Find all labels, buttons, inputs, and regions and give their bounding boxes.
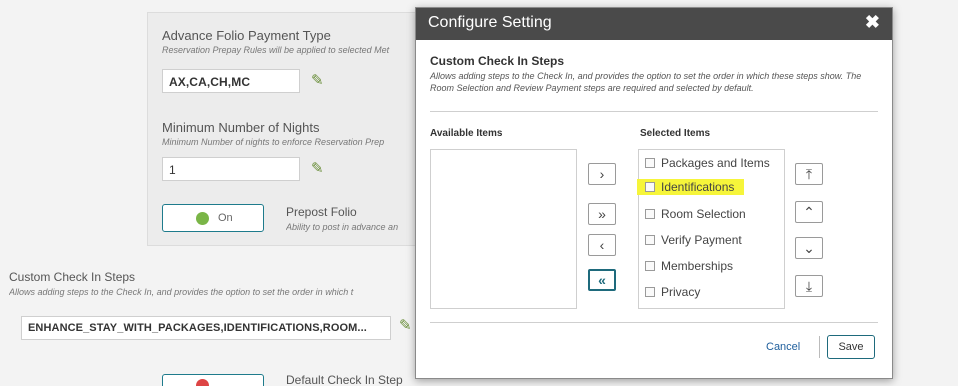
selected-items-header: Selected Items xyxy=(640,128,711,139)
dialog-header: Configure Setting ✖ xyxy=(416,8,892,40)
prepost-folio-desc: Ability to post in advance an xyxy=(286,222,399,232)
toggle-label: On xyxy=(218,212,233,224)
prepost-folio-toggle[interactable]: On xyxy=(162,204,264,232)
checkbox[interactable] xyxy=(645,209,655,219)
move-all-right-button[interactable]: » xyxy=(588,203,616,225)
pencil-icon[interactable]: ✎ xyxy=(311,71,324,89)
divider xyxy=(430,111,878,112)
section-title: Custom Check In Steps xyxy=(430,54,565,68)
footer-divider xyxy=(430,322,878,323)
checkbox[interactable] xyxy=(645,287,655,297)
dialog-title: Configure Setting xyxy=(428,14,552,31)
list-item[interactable]: Verify Payment xyxy=(645,232,742,248)
configure-setting-dialog: Configure Setting ✖ Custom Check In Step… xyxy=(415,7,893,379)
list-item[interactable]: Room Selection xyxy=(645,206,746,222)
default-step-toggle[interactable] xyxy=(162,374,264,386)
default-step-label: Default Check In Step xyxy=(286,373,403,386)
custom-steps-desc: Allows adding steps to the Check In, and… xyxy=(9,287,354,297)
cancel-button[interactable]: Cancel xyxy=(766,341,800,353)
move-all-left-button[interactable]: « xyxy=(588,269,616,291)
custom-steps-field[interactable]: ENHANCE_STAY_WITH_PACKAGES,IDENTIFICATIO… xyxy=(21,316,391,340)
toggle-off-indicator xyxy=(196,379,209,386)
move-right-button[interactable]: › xyxy=(588,163,616,185)
pencil-icon[interactable]: ✎ xyxy=(311,159,324,177)
save-button[interactable]: Save xyxy=(827,335,875,359)
list-item-highlighted[interactable]: Identifications xyxy=(637,179,745,195)
min-nights-desc: Minimum Number of nights to enforce Rese… xyxy=(162,137,385,147)
checkbox[interactable] xyxy=(645,158,655,168)
advance-folio-field[interactable]: AX,CA,CH,MC xyxy=(162,69,300,93)
checkbox[interactable] xyxy=(645,182,655,192)
available-items-list[interactable] xyxy=(430,149,577,309)
advance-folio-label: Advance Folio Payment Type xyxy=(162,28,331,43)
list-item[interactable]: Privacy xyxy=(645,284,700,300)
footer-separator xyxy=(819,336,820,358)
list-item[interactable]: Memberships xyxy=(645,258,733,274)
min-nights-field[interactable]: 1 xyxy=(162,157,300,181)
min-nights-label: Minimum Number of Nights xyxy=(162,120,320,135)
toggle-on-indicator xyxy=(196,212,209,225)
prepost-folio-label: Prepost Folio xyxy=(286,205,357,219)
custom-steps-label: Custom Check In Steps xyxy=(9,270,136,284)
available-items-header: Available Items xyxy=(430,128,503,139)
close-icon[interactable]: ✖ xyxy=(865,12,880,33)
move-down-button[interactable]: ⌄ xyxy=(795,237,823,259)
advance-folio-desc: Reservation Prepay Rules will be applied… xyxy=(162,45,390,55)
move-left-button[interactable]: ‹ xyxy=(588,234,616,256)
move-up-button[interactable]: ⌃ xyxy=(795,201,823,223)
pencil-icon[interactable]: ✎ xyxy=(399,316,412,334)
move-bottom-button[interactable]: ⤓ xyxy=(795,275,823,297)
move-top-button[interactable]: ⤒ xyxy=(795,163,823,185)
section-description: Allows adding steps to the Check In, and… xyxy=(430,71,862,93)
checkbox[interactable] xyxy=(645,235,655,245)
checkbox[interactable] xyxy=(645,261,655,271)
list-item[interactable]: Packages and Items xyxy=(645,155,770,171)
